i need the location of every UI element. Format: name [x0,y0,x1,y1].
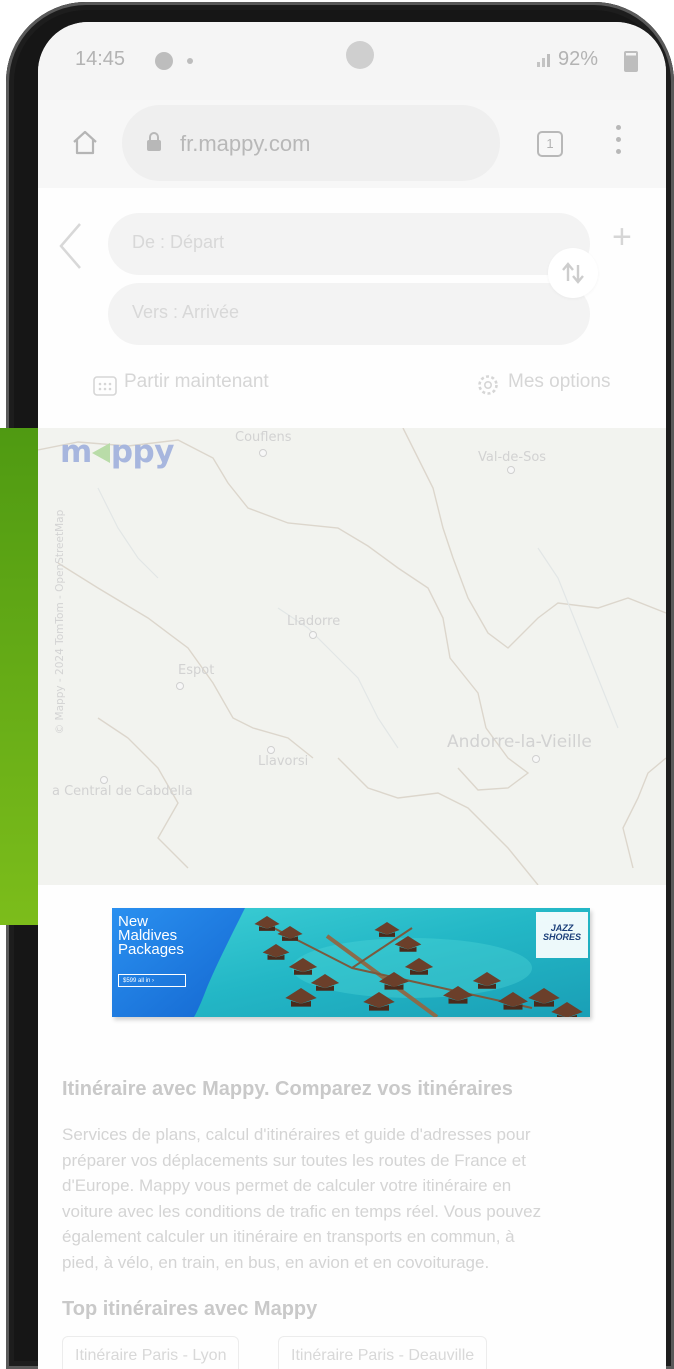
ad-headline: New Maldives Packages [118,913,184,958]
back-chevron-icon[interactable] [56,221,86,271]
ad-cta-button[interactable]: $599 all in › [118,974,186,987]
route-search-panel: De : Départ Vers : Arrivée + Partir main… [38,188,666,428]
swap-button[interactable] [548,248,598,298]
gear-icon [476,373,500,402]
map-roads [38,428,666,885]
browser-menu-button[interactable] [616,125,622,161]
map-label: a Central de Cabdella [52,784,193,799]
green-side-bar [0,428,40,925]
battery-icon [624,51,638,72]
map-label: Couflens [235,430,292,445]
map-marker [100,776,108,784]
ad-banner[interactable]: New Maldives Packages $599 all in › JAZZ… [112,908,590,1017]
tab-switcher-button[interactable]: 1 [537,131,563,157]
map-label: Lladorre [287,614,341,629]
route-chip-paris-deauville[interactable]: Itinéraire Paris - Deauville [278,1336,488,1369]
home-icon[interactable] [71,129,99,155]
browser-toolbar: fr.mappy.com 1 [38,100,666,188]
notification-dot-icon [187,58,193,64]
options-button[interactable]: Mes options [508,371,610,393]
map-label: Espot [178,663,215,678]
map-label: Andorre-la-Vieille [447,732,592,752]
status-bar: 14:45 92% [38,22,666,100]
map-label: Llavorsi [258,754,309,769]
departure-placeholder: De : Départ [132,232,225,252]
map-label: Val-de-Sos [478,450,547,465]
section-description: Services de plans, calcul d'itinéraires … [62,1125,542,1272]
front-camera [346,41,374,69]
status-time: 14:45 [75,48,126,70]
ad-brand-logo: JAZZ SHORES [536,912,588,958]
arrival-input[interactable]: Vers : Arrivée [108,283,590,345]
battery-percent: 92% [558,48,599,70]
map-view[interactable]: m ppy Couflens Val-de-Sos Lladorre Espot … [38,428,666,885]
depart-now-button[interactable]: Partir maintenant [124,371,269,393]
section-title: Itinéraire avec Mappy. Comparez vos itin… [62,1078,513,1100]
map-copyright: © Mappy - 2024 TomTom - OpenStreetMap [54,509,66,735]
departure-input[interactable]: De : Départ [108,213,590,275]
calendar-icon [93,374,117,401]
signal-icon [537,54,550,67]
messenger-icon [155,52,173,70]
map-marker [507,466,515,474]
address-bar[interactable]: fr.mappy.com [122,105,500,181]
add-step-button[interactable]: + [612,220,632,254]
arrival-placeholder: Vers : Arrivée [132,302,240,322]
map-marker [176,682,184,690]
route-chip-paris-lyon[interactable]: Itinéraire Paris - Lyon [62,1336,240,1369]
mappy-logo: m ppy [60,434,174,470]
lock-icon [147,132,161,151]
map-marker [259,449,267,457]
map-marker [267,746,275,754]
top-routes-title: Top itinéraires avec Mappy [62,1298,318,1320]
url-text: fr.mappy.com [180,131,311,156]
map-marker [532,755,540,763]
swap-arrows-icon [562,262,584,284]
phone-screen: 14:45 92% fr.mappy.com 1 De: Départ Ver… [38,22,666,1369]
map-marker [309,631,317,639]
